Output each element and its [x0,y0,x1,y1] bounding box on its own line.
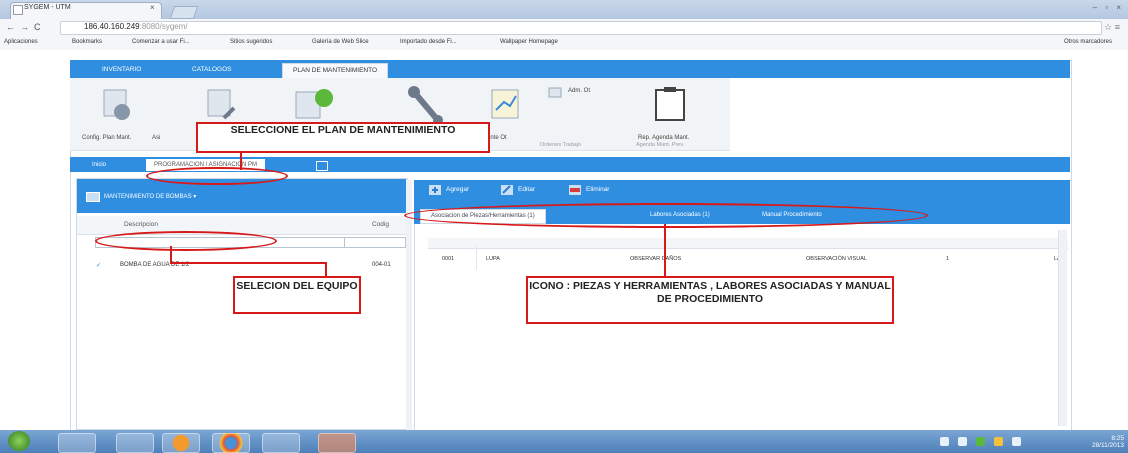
annotation-line-equipo-v2 [325,262,327,276]
adm-ot-icon[interactable] [548,86,564,98]
col-descripcion[interactable]: Descripcion [124,221,158,228]
row-check-icon: ✓ [96,263,102,269]
annotation-ellipse-plan-tab [146,167,288,185]
delete-button[interactable]: Eliminar [586,186,609,193]
taskbar-media[interactable] [116,433,154,453]
bookmark-apps[interactable]: Aplicaciones [4,39,38,45]
bookmark-importado[interactable]: Importado desde Fi... [400,39,457,45]
url-text: 186.40.160.249:8080/sygem/ [84,22,188,31]
row-cell-quantity: 1 [946,256,950,262]
new-tab-button[interactable] [169,6,199,19]
edit-icon[interactable] [500,184,514,196]
agenda-label: Rep. Agenda Mant. [638,135,690,141]
taskbar-chrome[interactable] [212,433,250,453]
annotation-ellipse-filter [95,231,277,251]
nav-catalogos[interactable]: CATALOGOS [182,63,242,77]
edit-button[interactable]: Editar [518,186,535,193]
tab-close-icon[interactable]: × [150,3,155,12]
annotation-line-icono [664,224,666,276]
annotation-plan: SELECCIONE EL PLAN DE MANTENIMIENTO [196,122,490,153]
plan-selector-icon[interactable] [86,192,100,202]
tray-icon-1[interactable] [940,437,949,446]
piezas-grid-header [428,238,1068,249]
asignacion-label: Asi [152,135,161,141]
delete-icon[interactable] [568,184,582,196]
annotation-icono: ICONO : PIEZAS Y HERRAMIENTAS , LABORES … [526,276,894,324]
browser-titlebar [0,0,1128,19]
taskbar-paint[interactable] [318,433,356,453]
clock[interactable]: 8:25 28/11/2013 [1092,435,1124,449]
bookmark-wallpaper[interactable]: Wallpaper Homepage [500,39,558,45]
bookmark-comenzar[interactable]: Comenzar a usar Fi... [132,39,190,45]
group-ordenes: Ordenes Trabajo [540,142,581,148]
tray-icon-5[interactable] [1012,437,1021,446]
tab-title: SYGEM - UTM [24,4,71,11]
config-plan-icon[interactable] [84,84,144,128]
annotation-line-equipo-h [170,262,326,264]
table-row[interactable] [428,252,1068,266]
window-controls[interactable]: – ▫ × [1093,3,1124,12]
codigo-filter-input[interactable] [344,237,406,248]
nav-plan-mantenimiento[interactable]: PLAN DE MANTENIMIENTO [282,63,389,78]
tray-icon-4[interactable] [994,437,1003,446]
tray-icon-3[interactable] [976,437,985,446]
bookmark-star-icon[interactable]: ☆ ≡ [1104,22,1120,33]
tab-close-icon-app[interactable] [316,161,328,171]
row-code: 004-01 [372,262,391,268]
page-icon [13,5,23,15]
taskbar-files[interactable] [262,433,300,453]
detail-scrollbar[interactable] [1058,230,1067,426]
config-plan-label: Config. Plan Mant. [82,135,132,141]
plan-selector[interactable]: MANTENIMIENTO DE BOMBAS ▾ [104,193,196,200]
annotation-ellipse-tabs [404,203,928,228]
bookmark-bookmarks[interactable]: Bookmarks [72,39,102,45]
column-divider [476,246,477,270]
start-button[interactable] [8,431,30,451]
agenda-icon[interactable] [640,84,700,128]
bookmark-galeria[interactable]: Galería de Web Slice [312,39,369,45]
back-icon[interactable]: ← [6,22,15,32]
taskbar-firefox[interactable] [162,433,200,453]
group-agenda: Agenda Mant. Prev. [636,142,685,148]
add-button[interactable]: Agregar [446,186,469,193]
address-bar[interactable] [60,21,1102,35]
bookmark-sitios[interactable]: Sitios sugeridos [230,39,272,45]
add-icon[interactable] [428,184,442,196]
row-cell-observacion: OBSERVACIÓN VISUAL [806,256,867,262]
bookmark-others[interactable]: Otros marcadores [1064,39,1112,45]
row-cell-labor: OBSERVAR DAÑOS [630,256,682,262]
row-cell-name: LUPA [486,256,500,262]
adm-ot-label: Adm. Ot [568,88,591,94]
row-cell-code: 0001 [442,256,455,262]
col-codigo[interactable]: Codig [372,221,389,228]
forward-icon[interactable]: → [20,22,29,32]
nav-inventario[interactable]: INVENTARIO [92,63,151,77]
reload-icon[interactable]: C [34,22,41,32]
tab-inicio[interactable]: Inicio [84,159,114,171]
annotation-equipo: SELECION DEL EQUIPO [233,276,361,314]
taskbar-explorer[interactable] [58,433,96,453]
tray-icon-2[interactable] [958,437,967,446]
